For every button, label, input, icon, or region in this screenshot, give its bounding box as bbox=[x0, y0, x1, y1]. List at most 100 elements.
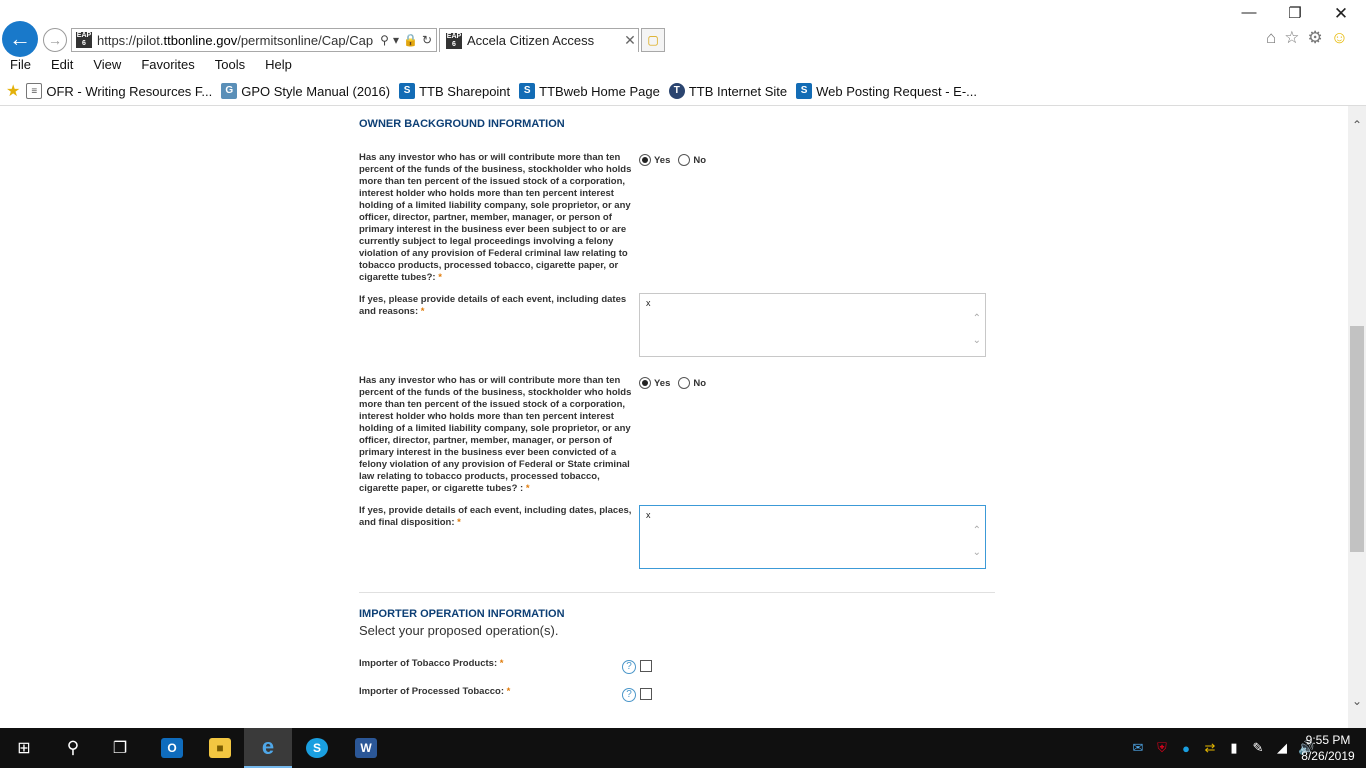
importer-processed-checkbox[interactable] bbox=[640, 688, 652, 700]
taskbar-outlook[interactable]: O bbox=[148, 728, 196, 768]
q1-no-radio[interactable] bbox=[678, 154, 691, 166]
folder-icon: ■ bbox=[209, 738, 231, 758]
favorite-ofr[interactable]: ≡ OFR - Writing Resources F... bbox=[26, 83, 212, 99]
browser-chrome: ← → EAP 6 https://pilot.ttbonline.gov/pe… bbox=[0, 0, 1366, 106]
taskbar-internet-explorer[interactable]: e bbox=[244, 728, 292, 768]
help-icon[interactable]: ? bbox=[622, 660, 636, 674]
tab-accela[interactable]: EAP 6 Accela Citizen Access ✕ bbox=[439, 28, 639, 52]
textarea-scroll-arrows[interactable]: ⌃ ⌄ bbox=[973, 520, 981, 564]
importer-processed-label: Importer of Processed Tobacco: * bbox=[359, 686, 511, 697]
q1-yes-radio[interactable] bbox=[639, 154, 651, 166]
battery-icon[interactable]: ▮ bbox=[1226, 740, 1242, 756]
favorites-star-icon[interactable]: ☆ bbox=[1284, 28, 1299, 48]
new-tab-icon: ▢ bbox=[647, 33, 659, 47]
required-mark: * bbox=[457, 517, 461, 528]
menu-bar: File Edit View Favorites Tools Help bbox=[0, 57, 302, 77]
new-tab-button[interactable]: ▢ bbox=[641, 28, 665, 52]
q1-radio-group: Yes No bbox=[639, 154, 714, 166]
scroll-thumb[interactable] bbox=[1350, 326, 1364, 552]
back-button[interactable]: ← bbox=[2, 21, 38, 57]
gear-icon[interactable]: ⚙ bbox=[1308, 28, 1323, 48]
taskbar-file-explorer[interactable]: ■ bbox=[196, 728, 244, 768]
sync-icon[interactable]: ⇄ bbox=[1202, 740, 1218, 756]
help-icon[interactable]: ? bbox=[622, 688, 636, 702]
taskbar: ⊞ ⚲ ❐ O ■ e S W ✉ ⛨ ● ⇄ ▮ ✎ ◢ 🔊 9:55 PM … bbox=[0, 728, 1366, 768]
required-mark: * bbox=[499, 658, 504, 669]
taskbar-search-button[interactable]: ⚲ bbox=[50, 728, 96, 768]
outlook-icon: O bbox=[161, 738, 183, 758]
q1-details-value: x bbox=[646, 298, 651, 308]
favorites-bar: ★ ≡ OFR - Writing Resources F... G GPO Sty… bbox=[0, 80, 986, 102]
address-bar[interactable]: EAP 6 https://pilot.ttbonline.gov/permit… bbox=[71, 28, 437, 52]
tab-favicon-icon: EAP 6 bbox=[446, 32, 462, 49]
refresh-icon[interactable]: ↻ bbox=[422, 33, 432, 47]
scroll-down-icon[interactable]: ⌄ bbox=[1348, 694, 1366, 712]
forward-button[interactable]: → bbox=[43, 28, 67, 52]
minimize-button[interactable]: — bbox=[1238, 4, 1260, 21]
mcafee-shield-icon[interactable]: ⛨ bbox=[1154, 740, 1170, 756]
favorite-ttb-sharepoint[interactable]: S TTB Sharepoint bbox=[399, 83, 510, 99]
q2-details-value: x bbox=[646, 510, 651, 520]
sharepoint-icon: S bbox=[519, 83, 536, 99]
favorite-web-posting[interactable]: S Web Posting Request - E-... bbox=[796, 83, 977, 99]
document-icon: ≡ bbox=[26, 83, 43, 99]
menu-view[interactable]: View bbox=[83, 57, 131, 77]
home-icon[interactable]: ⌂ bbox=[1266, 28, 1276, 48]
sharepoint-icon: S bbox=[796, 83, 813, 99]
q2-details-label: If yes, provide details of each event, i… bbox=[359, 505, 632, 528]
skype-tray-icon[interactable]: ● bbox=[1178, 741, 1194, 756]
q2-radio-group: Yes No bbox=[639, 377, 714, 389]
owner-background-heading: OWNER BACKGROUND INFORMATION bbox=[359, 118, 565, 130]
tab-title: Accela Citizen Access bbox=[467, 33, 595, 48]
question-legal-proceedings: Has any investor who has or will contrib… bbox=[359, 152, 632, 283]
url-text[interactable]: https://pilot.ttbonline.gov/permitsonlin… bbox=[97, 33, 380, 48]
windows-logo-icon: ⊞ bbox=[17, 740, 31, 757]
close-tab-icon[interactable]: ✕ bbox=[622, 32, 638, 49]
q2-no-radio[interactable] bbox=[678, 377, 691, 389]
section-divider bbox=[359, 592, 995, 593]
search-icon[interactable]: ⚲ bbox=[380, 33, 389, 47]
favorite-gpo[interactable]: G GPO Style Manual (2016) bbox=[221, 83, 390, 99]
network-icon[interactable]: ◢ bbox=[1274, 740, 1290, 756]
outlook-tray-icon[interactable]: ✉ bbox=[1130, 740, 1146, 756]
feedback-smiley-icon[interactable]: ☺ bbox=[1331, 28, 1348, 48]
menu-file[interactable]: File bbox=[0, 57, 41, 77]
menu-tools[interactable]: Tools bbox=[205, 57, 255, 77]
importer-tobacco-label: Importer of Tobacco Products: * bbox=[359, 658, 504, 669]
question-felony-conviction: Has any investor who has or will contrib… bbox=[359, 375, 632, 494]
task-view-icon: ❐ bbox=[112, 740, 128, 757]
importer-tobacco-checkbox[interactable] bbox=[640, 660, 652, 672]
arrow-left-icon: ← bbox=[9, 26, 31, 51]
taskbar-clock[interactable]: 9:55 PM 8/26/2019 bbox=[1296, 732, 1360, 764]
clock-date: 8/26/2019 bbox=[1301, 749, 1355, 763]
lock-icon[interactable]: 🔒 bbox=[403, 33, 418, 47]
q2-yes-radio[interactable] bbox=[639, 377, 651, 389]
gpo-icon: G bbox=[221, 83, 238, 99]
q2-details-textarea[interactable]: x ⌃ ⌄ bbox=[639, 505, 986, 569]
word-icon: W bbox=[355, 738, 377, 758]
required-mark: * bbox=[506, 686, 511, 697]
pen-icon[interactable]: ✎ bbox=[1250, 740, 1266, 756]
favorite-ttb-internet[interactable]: T TTB Internet Site bbox=[668, 83, 787, 99]
menu-edit[interactable]: Edit bbox=[41, 57, 83, 77]
start-button[interactable]: ⊞ bbox=[0, 728, 48, 768]
textarea-scroll-arrows[interactable]: ⌃ ⌄ bbox=[973, 308, 981, 352]
favorite-ttbweb[interactable]: S TTBweb Home Page bbox=[519, 83, 660, 99]
arrow-right-icon: → bbox=[48, 32, 62, 48]
dropdown-arrow-icon[interactable]: ▾ bbox=[393, 33, 399, 47]
page-scrollbar[interactable]: ⌃ ⌄ bbox=[1348, 106, 1366, 728]
importer-operation-heading: IMPORTER OPERATION INFORMATION bbox=[359, 608, 565, 620]
task-view-button[interactable]: ❐ bbox=[96, 728, 144, 768]
system-tray: ✉ ⛨ ● ⇄ ▮ ✎ ◢ 🔊 bbox=[1130, 728, 1315, 768]
required-mark: * bbox=[525, 483, 530, 494]
taskbar-skype[interactable]: S bbox=[293, 728, 341, 768]
q1-details-textarea[interactable]: x ⌃ ⌄ bbox=[639, 293, 986, 357]
menu-help[interactable]: Help bbox=[255, 57, 302, 77]
q1-details-label: If yes, please provide details of each e… bbox=[359, 294, 627, 317]
close-window-button[interactable]: ✕ bbox=[1330, 4, 1352, 24]
scroll-up-icon[interactable]: ⌃ bbox=[1348, 118, 1366, 136]
menu-favorites[interactable]: Favorites bbox=[131, 57, 204, 77]
restore-button[interactable]: ❐ bbox=[1284, 4, 1306, 22]
add-favorite-star-icon[interactable]: ★ bbox=[6, 81, 20, 101]
taskbar-word[interactable]: W bbox=[342, 728, 390, 768]
